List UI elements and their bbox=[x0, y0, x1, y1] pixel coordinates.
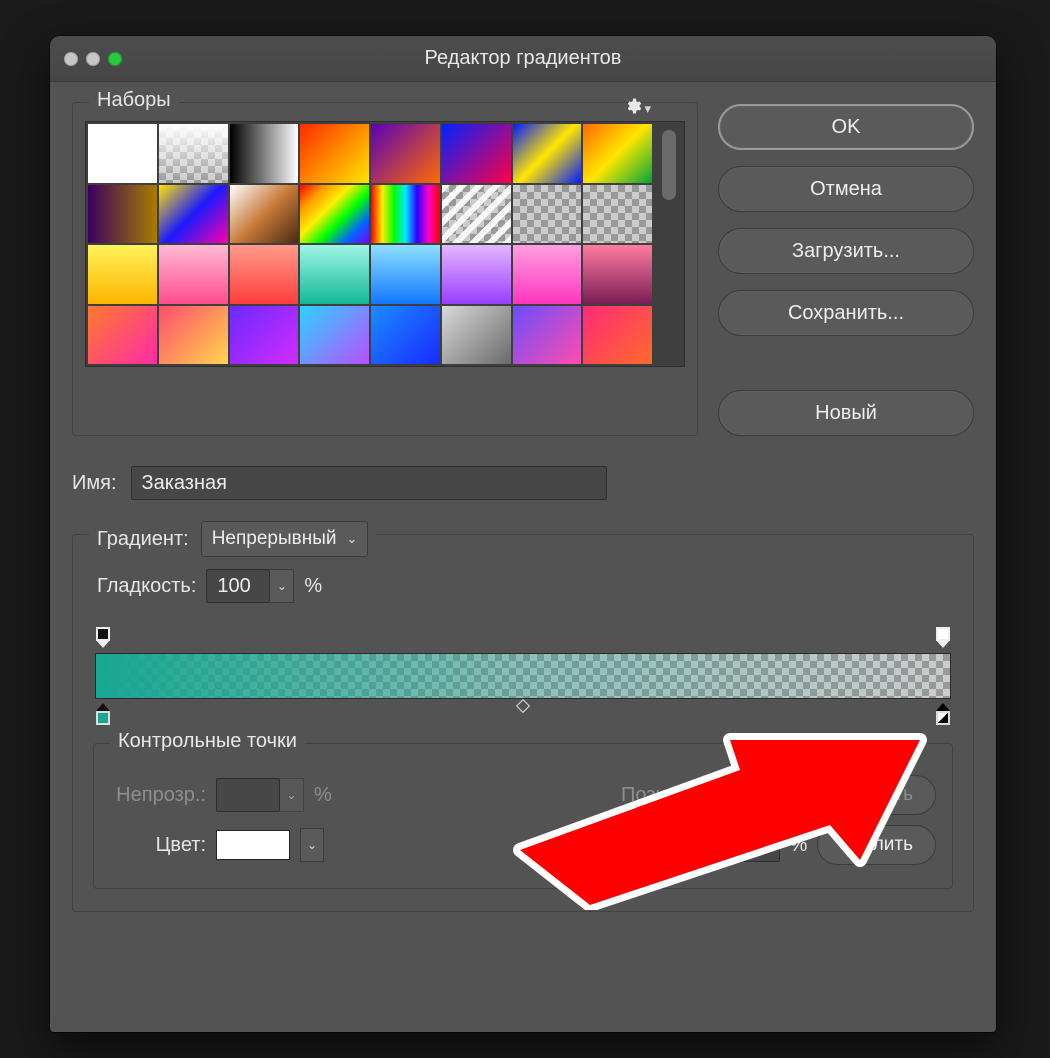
opacity-stepper: ⌄ bbox=[280, 778, 304, 812]
color-delete-button[interactable]: Удалить bbox=[817, 825, 936, 865]
opacity-stop-left[interactable] bbox=[94, 627, 112, 645]
cancel-button[interactable]: Отмена bbox=[718, 166, 974, 212]
window-title: Редактор градиентов bbox=[50, 47, 996, 70]
opacity-pos-input bbox=[716, 778, 780, 812]
color-stop-right[interactable] bbox=[934, 703, 952, 725]
new-button[interactable]: Новый bbox=[718, 390, 974, 436]
gear-icon bbox=[624, 97, 642, 120]
gradient-editor-window: Редактор градиентов Наборы ▾ bbox=[50, 36, 996, 1032]
smoothness-label: Гладкость: bbox=[97, 575, 196, 598]
side-buttons: OK Отмена Загрузить... Сохранить... Новы… bbox=[718, 102, 974, 436]
name-label: Имя: bbox=[72, 472, 117, 495]
opacity-label: Непрозр.: bbox=[110, 784, 206, 807]
midpoint-handle[interactable] bbox=[516, 699, 530, 713]
smoothness-unit: % bbox=[304, 575, 322, 598]
opacity-stop-right[interactable] bbox=[934, 627, 952, 645]
chevron-down-icon: ⌄ bbox=[346, 531, 357, 547]
presets-scrollbar[interactable] bbox=[654, 122, 684, 366]
gradient-type-value: Непрерывный bbox=[212, 528, 337, 550]
smoothness-input[interactable] bbox=[206, 569, 270, 603]
color-label: Цвет: bbox=[110, 834, 206, 857]
opacity-pos-unit: % bbox=[790, 784, 808, 807]
color-menu[interactable]: ⌄ bbox=[300, 828, 324, 862]
control-points-label: Контрольные точки bbox=[110, 730, 305, 753]
color-stop-left[interactable] bbox=[94, 703, 112, 725]
color-pos-label: Позиция: bbox=[621, 834, 706, 857]
color-well[interactable] bbox=[216, 830, 290, 860]
gradient-type-label: Градиент: bbox=[97, 528, 189, 551]
chevron-down-icon: ▾ bbox=[644, 101, 651, 117]
load-button[interactable]: Загрузить... bbox=[718, 228, 974, 274]
presets-fieldset: Наборы ▾ bbox=[72, 102, 698, 436]
preset-grid[interactable] bbox=[86, 122, 654, 366]
opacity-delete-button: Удалить bbox=[817, 775, 936, 815]
gradient-type-select[interactable]: Непрерывный ⌄ bbox=[201, 521, 369, 557]
presets-menu-button[interactable]: ▾ bbox=[624, 97, 651, 120]
color-pos-input[interactable] bbox=[716, 828, 780, 862]
presets-label: Наборы bbox=[89, 89, 179, 112]
save-button[interactable]: Сохранить... bbox=[718, 290, 974, 336]
gradient-bar[interactable] bbox=[95, 653, 951, 699]
opacity-input bbox=[216, 778, 280, 812]
gradient-fieldset: Градиент: Непрерывный ⌄ Гладкость: ⌄ % bbox=[72, 534, 974, 912]
name-input[interactable] bbox=[131, 466, 607, 500]
control-points-fieldset: Контрольные точки Непрозр.: ⌄ % Позиция:… bbox=[93, 743, 953, 889]
gradient-bar-area bbox=[95, 627, 951, 737]
color-pos-unit: % bbox=[790, 834, 808, 857]
ok-button[interactable]: OK bbox=[718, 104, 974, 150]
smoothness-stepper[interactable]: ⌄ bbox=[270, 569, 294, 603]
opacity-unit: % bbox=[314, 784, 332, 807]
titlebar: Редактор градиентов bbox=[50, 36, 996, 82]
opacity-pos-label: Позиция: bbox=[621, 784, 706, 807]
